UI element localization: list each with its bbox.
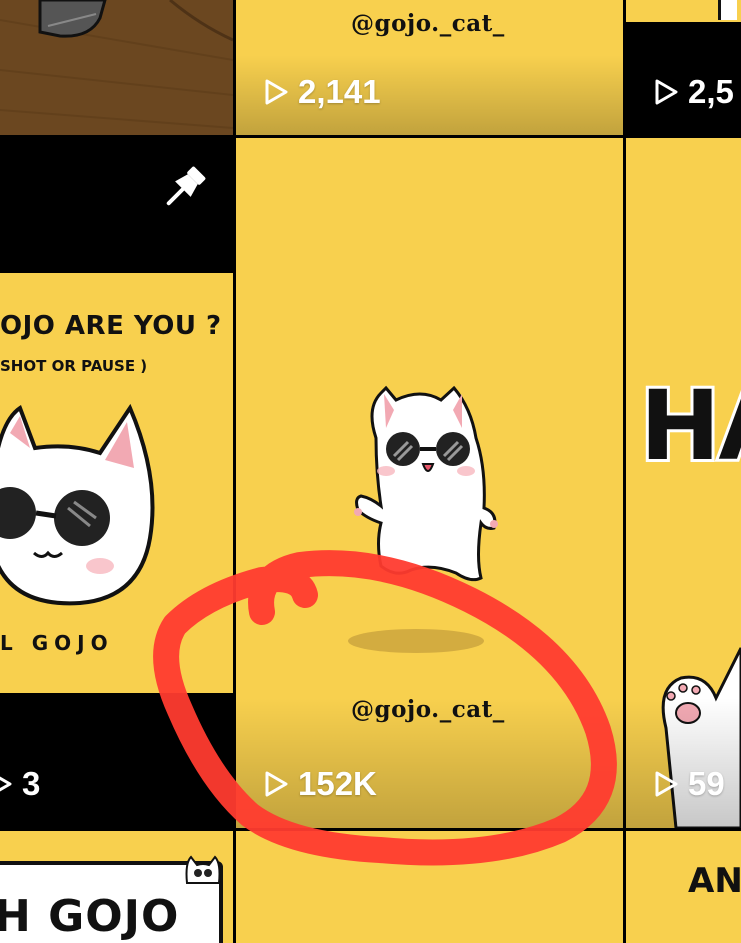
cat-sunglasses-illustration — [0, 403, 155, 606]
tile-handle: @gojo._cat_ — [351, 696, 505, 723]
cat-face-icon — [185, 855, 221, 884]
play-outline-icon — [655, 79, 678, 105]
tile-gradient — [626, 698, 741, 828]
video-tile-59[interactable]: HA 59 — [626, 138, 741, 828]
video-tile-152k[interactable]: @gojo._cat_ 152K — [236, 138, 623, 828]
video-tile-25[interactable]: 2,5 — [626, 0, 741, 135]
big-text: HA — [637, 367, 741, 485]
desk-photo — [0, 0, 233, 135]
pin-icon — [166, 166, 206, 206]
video-tile-row3-middle[interactable] — [236, 831, 623, 943]
video-tile-pinned[interactable]: OJO ARE YOU ? SHOT OR PAUSE ) L GOJO 3 — [0, 138, 233, 828]
view-count-text: 152K — [298, 765, 377, 802]
play-outline-icon — [655, 771, 678, 797]
dancing-cat-illustration — [348, 385, 498, 653]
caption-line-2: SHOT OR PAUSE ) — [0, 357, 148, 375]
play-outline-icon — [265, 771, 288, 797]
tile-white-shape — [718, 0, 737, 20]
view-count: 2,5 — [652, 73, 734, 111]
title-text: AN — [688, 861, 741, 901]
view-count-text: 59 — [688, 765, 725, 802]
view-count-text: 3 — [22, 765, 41, 802]
video-tile-an[interactable]: AN — [626, 831, 741, 943]
title-text: H GOJO — [0, 891, 180, 942]
tile-handle: @gojo._cat_ — [351, 10, 505, 37]
view-count: 152K — [262, 765, 377, 803]
view-count-text: 2,141 — [298, 73, 381, 110]
view-count-text: 2,5 — [688, 73, 734, 110]
video-tile-desk[interactable] — [0, 0, 233, 135]
pinned-panel: OJO ARE YOU ? SHOT OR PAUSE ) L GOJO — [0, 273, 233, 693]
view-count: 59 — [652, 765, 725, 803]
video-tile-2141[interactable]: @gojo._cat_ 2,141 — [236, 0, 623, 135]
view-count: 3 — [0, 765, 40, 803]
video-tile-gojo-title[interactable]: H GOJO — [0, 831, 233, 943]
view-count: 2,141 — [262, 73, 381, 111]
play-outline-icon — [265, 79, 288, 105]
caption-line-1: OJO ARE YOU ? — [0, 311, 222, 341]
play-outline-icon — [0, 776, 12, 792]
caption-bottom: L GOJO — [0, 631, 114, 655]
